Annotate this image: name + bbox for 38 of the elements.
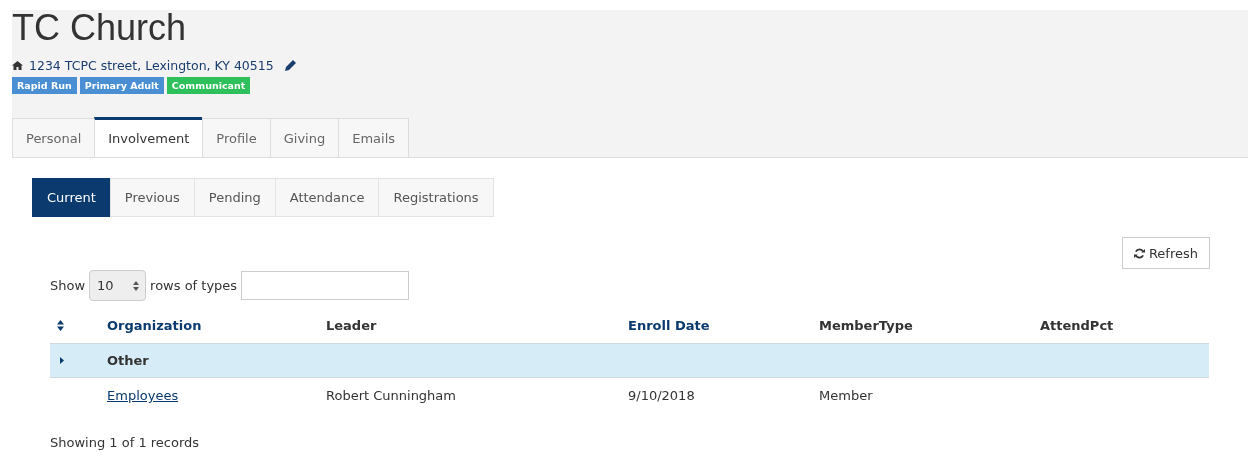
- show-label: Show: [50, 278, 86, 293]
- sub-tab[interactable]: Previous: [109, 178, 194, 217]
- sub-tab[interactable]: Current: [32, 178, 110, 217]
- column-header: Leader: [326, 318, 377, 333]
- tab[interactable]: Emails: [338, 118, 410, 157]
- group-name: Other: [107, 353, 150, 368]
- column-header[interactable]: Enroll Date: [628, 318, 710, 333]
- records-info: Showing 1 of 1 records: [50, 435, 200, 450]
- sort-icon[interactable]: [57, 320, 64, 331]
- types-field[interactable]: [241, 271, 410, 300]
- types-label: rows of types: [150, 278, 238, 293]
- address-text: 1234 TCPC street, Lexington, KY 40515: [29, 58, 274, 73]
- tab[interactable]: Giving: [269, 118, 339, 157]
- sub-tab[interactable]: Registrations: [378, 178, 494, 217]
- tab[interactable]: Profile: [202, 118, 270, 157]
- tag-badge: Rapid Run: [12, 77, 77, 94]
- table-cell: Robert Cunningham: [326, 388, 456, 403]
- organization-link[interactable]: Employees: [107, 388, 179, 403]
- tag-badge: Primary Adult: [79, 77, 164, 94]
- column-header[interactable]: Organization: [107, 318, 202, 333]
- caret-icon[interactable]: [60, 357, 64, 364]
- home-icon: [12, 61, 23, 70]
- tag-badge: Communicant: [166, 77, 251, 94]
- page-size-select[interactable]: 10: [89, 270, 147, 301]
- tab[interactable]: Personal: [12, 118, 95, 157]
- column-header: MemberType: [819, 318, 913, 333]
- updown-icon: [133, 280, 140, 291]
- sub-tab[interactable]: Pending: [193, 178, 275, 217]
- refresh-button[interactable]: Refresh: [1121, 237, 1210, 269]
- page-title: TC Church: [12, 10, 187, 46]
- table-cell: 9/10/2018: [628, 388, 695, 403]
- tab[interactable]: Involvement: [94, 117, 203, 157]
- column-header: AttendPct: [1040, 318, 1114, 333]
- group-row[interactable]: Other: [50, 343, 1209, 378]
- pencil-icon[interactable]: [284, 60, 296, 71]
- refresh-icon: [1133, 247, 1145, 259]
- sub-tab[interactable]: Attendance: [274, 178, 379, 217]
- table-cell: Member: [819, 388, 873, 403]
